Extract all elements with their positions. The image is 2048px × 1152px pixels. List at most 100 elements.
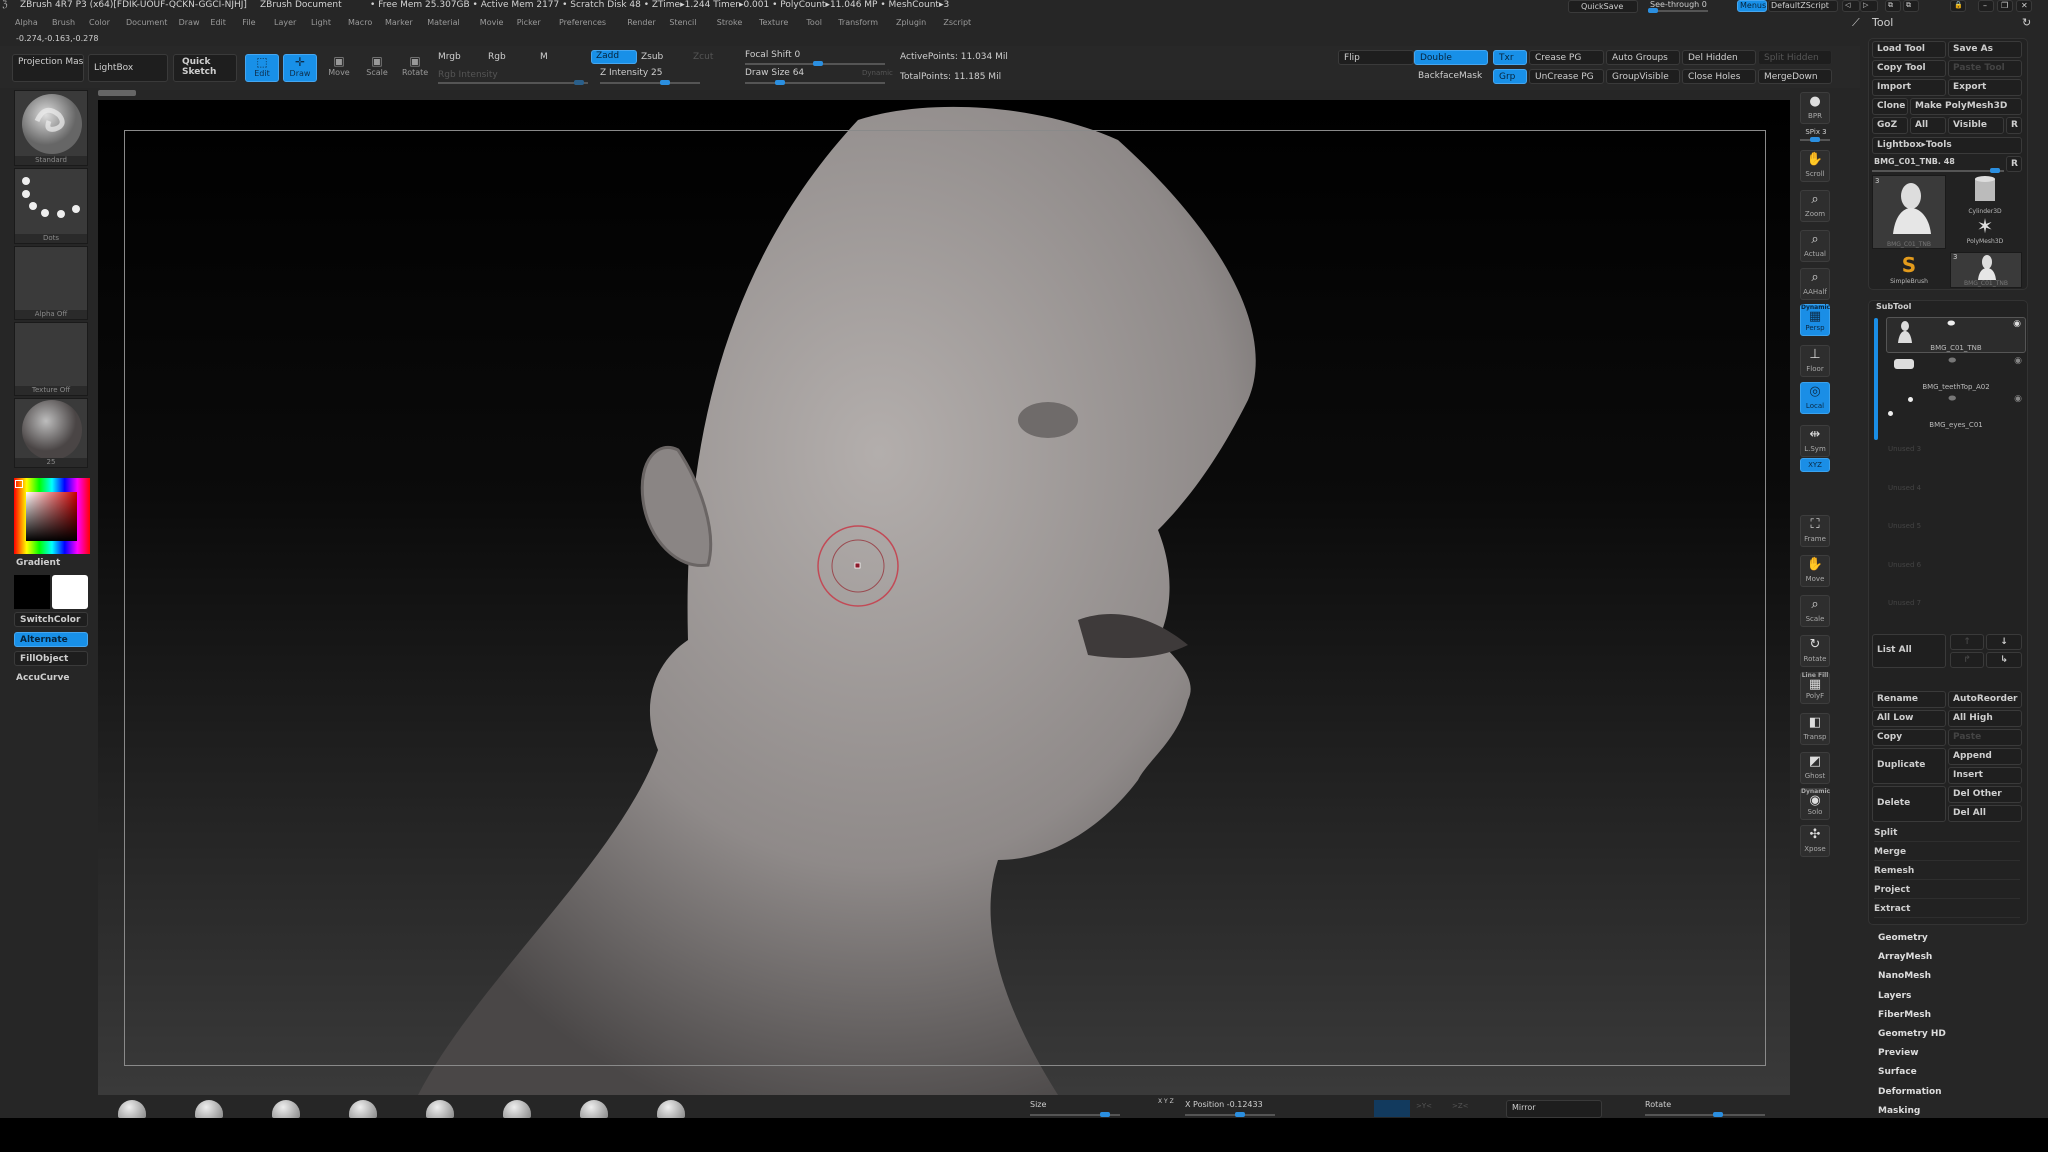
minimize-icon[interactable]: – — [1978, 0, 1994, 12]
draw-button[interactable]: ✛ Draw — [283, 54, 317, 82]
alternate-button[interactable]: Alternate — [14, 632, 88, 647]
duplicate-button[interactable]: Duplicate — [1872, 748, 1946, 784]
tool-section-arraymesh[interactable]: ArrayMesh — [1878, 952, 1932, 962]
subtool-item-selected[interactable]: ◉ ⬬ BMG_C01_TNB — [1886, 317, 2026, 353]
menu-render[interactable]: Render — [627, 18, 655, 27]
subtool-visibility-eye-icon[interactable]: ◉ — [2014, 394, 2022, 404]
import-button[interactable]: Import — [1872, 79, 1946, 96]
split-hidden-button[interactable]: Split Hidden — [1758, 50, 1832, 65]
tool-thumb-polymesh[interactable]: ✶ PolyMesh3D — [1948, 214, 2022, 250]
rename-button[interactable]: Rename — [1872, 691, 1946, 708]
shelf-button-xpose[interactable]: ✣ Xpose — [1800, 825, 1830, 857]
default-zscript-button[interactable]: DefaultZScript — [1768, 0, 1838, 12]
subtool-polypaint-toggle-icon[interactable]: ⬬ — [1948, 394, 1956, 404]
tool-palette-title[interactable]: Tool — [1872, 16, 1893, 29]
menu-tool[interactable]: Tool — [806, 18, 822, 27]
menu-macro[interactable]: Macro — [348, 18, 372, 27]
all-high-button[interactable]: All High — [1948, 710, 2022, 727]
append-button[interactable]: Append — [1948, 748, 2022, 765]
quick-sketch-button[interactable]: Quick Sketch — [173, 54, 237, 82]
subtool-action-project[interactable]: Project — [1874, 885, 2020, 899]
subtool-action-remesh[interactable]: Remesh — [1874, 866, 2020, 880]
menu-stroke[interactable]: Stroke — [717, 18, 743, 27]
subtool-unused-slot[interactable]: Unused 6 — [1888, 561, 1921, 569]
menu-color[interactable]: Color — [89, 18, 110, 27]
rotate-button[interactable]: ▣ Rotate — [402, 54, 428, 77]
export-button[interactable]: Export — [1948, 79, 2022, 96]
layout-right-icon[interactable]: ▷ — [1860, 0, 1878, 12]
all-low-button[interactable]: All Low — [1872, 710, 1946, 727]
menu-zscript[interactable]: Zscript — [943, 18, 971, 27]
menu-marker[interactable]: Marker — [385, 18, 413, 27]
shelf-button-scale[interactable]: ⌕ Scale — [1800, 595, 1830, 627]
tool-r-button[interactable]: R — [2006, 156, 2022, 172]
quicksave-button[interactable]: QuickSave — [1568, 0, 1638, 13]
del-all-button[interactable]: Del All — [1948, 805, 2022, 822]
group-visible-button[interactable]: GroupVisible — [1606, 69, 1680, 84]
subtool-unused-slot[interactable]: Unused 5 — [1888, 522, 1921, 530]
grp-button[interactable]: Grp — [1493, 69, 1527, 84]
menu-draw[interactable]: Draw — [179, 18, 200, 27]
rotate-slider[interactable] — [1645, 1112, 1765, 1117]
tool-section-surface[interactable]: Surface — [1878, 1067, 1917, 1077]
tool-section-nanomesh[interactable]: NanoMesh — [1878, 971, 1931, 981]
txr-button[interactable]: Txr — [1493, 50, 1527, 65]
subtool-action-split[interactable]: Split — [1874, 828, 2020, 842]
menu-alpha[interactable]: Alpha — [15, 18, 38, 27]
draw-size-slider[interactable] — [745, 80, 885, 85]
make-polymesh-button[interactable]: Make PolyMesh3D — [1910, 98, 2022, 115]
menu-brush[interactable]: Brush — [52, 18, 75, 27]
shelf-button-polyf[interactable]: Line Fill ▦ PolyF — [1800, 672, 1830, 704]
gradient-button[interactable]: Gradient — [16, 558, 60, 568]
dynamic-toggle[interactable]: Dynamic — [862, 69, 893, 77]
move-up-icon[interactable]: ↑ — [1950, 634, 1984, 650]
menu-zplugin[interactable]: Zplugin — [896, 18, 926, 27]
subtool-polypaint-toggle-icon[interactable]: ⬬ — [1948, 356, 1956, 366]
arrow-down-right-icon[interactable]: ↳ — [1986, 652, 2022, 668]
lightbox-tools-button[interactable]: Lightbox▸Tools — [1872, 137, 2022, 154]
see-through-slider[interactable] — [1648, 8, 1708, 13]
subtool-visibility-eye-icon[interactable]: ◉ — [2013, 319, 2021, 329]
move-button[interactable]: ▣ Move — [326, 54, 352, 77]
x-position-slider[interactable] — [1185, 1112, 1275, 1117]
palette-refresh-icon[interactable]: ↻ — [2022, 16, 2031, 29]
shelf-button-xyz[interactable]: XYZ — [1800, 458, 1830, 472]
tool-section-preview[interactable]: Preview — [1878, 1048, 1919, 1058]
merge-down-button[interactable]: MergeDown — [1758, 69, 1832, 84]
tool-section-fibermesh[interactable]: FiberMesh — [1878, 1010, 1931, 1020]
tool-section-layers[interactable]: Layers — [1878, 991, 1911, 1001]
copy-tool-button[interactable]: Copy Tool — [1872, 60, 1946, 77]
z-intensity-slider[interactable] — [600, 80, 700, 85]
menu-stencil[interactable]: Stencil — [669, 18, 696, 27]
next-layout-icon[interactable]: ⧉ — [1903, 0, 1919, 12]
axis-toggle-z[interactable]: >Z< — [1452, 1102, 1469, 1110]
subtool-visibility-eye-icon[interactable]: ◉ — [2014, 356, 2022, 366]
color-picker[interactable] — [14, 478, 90, 554]
delete-button[interactable]: Delete — [1872, 786, 1946, 822]
projection-master-button[interactable]: Projection Master — [12, 54, 84, 82]
m-button[interactable]: M — [540, 52, 548, 62]
shelf-button-bpr[interactable]: ● BPR — [1800, 92, 1830, 124]
close-holes-button[interactable]: Close Holes — [1682, 69, 1756, 84]
tool-section-geometry[interactable]: Geometry — [1878, 933, 1928, 943]
subtool-action-merge[interactable]: Merge — [1874, 847, 2020, 861]
zcut-button[interactable]: Zcut — [693, 52, 713, 62]
focal-shift-slider[interactable] — [745, 61, 885, 66]
goz-all-button[interactable]: All — [1910, 117, 1946, 134]
flip-button[interactable]: Flip — [1338, 50, 1414, 65]
copy-button[interactable]: Copy — [1872, 729, 1946, 746]
subtool-unused-slot[interactable]: Unused 4 — [1888, 484, 1921, 492]
menu-file[interactable]: File — [242, 18, 255, 27]
size-slider[interactable] — [1030, 1112, 1120, 1117]
shelf-button-frame[interactable]: ⛶ Frame — [1800, 515, 1830, 547]
subtool-item[interactable]: ◉ ⬬ BMG_eyes_C01 — [1886, 393, 2026, 429]
shelf-button-local[interactable]: ◎ Local — [1800, 382, 1830, 414]
subtool-unused-slot[interactable]: Unused 3 — [1888, 445, 1921, 453]
menu-picker[interactable]: Picker — [517, 18, 541, 27]
secondary-color-swatch[interactable] — [52, 575, 88, 609]
shelf-button-l-sym[interactable]: ⇹ L.Sym — [1800, 425, 1830, 457]
menu-light[interactable]: Light — [311, 18, 331, 27]
shelf-button-solo[interactable]: Dynamic ◉ Solo — [1800, 788, 1830, 820]
close-icon[interactable]: ✕ — [2016, 0, 2032, 12]
clone-button[interactable]: Clone — [1872, 98, 1908, 115]
